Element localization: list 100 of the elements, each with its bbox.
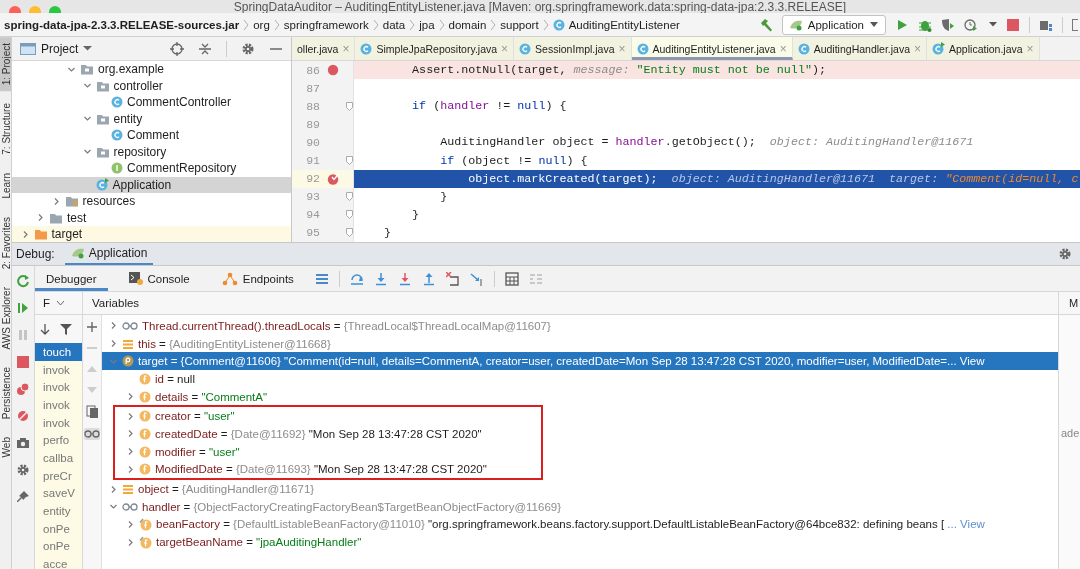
stack-frame[interactable]: invok	[35, 360, 82, 379]
chevron-right-icon[interactable]	[109, 484, 118, 494]
fold-marker-icon[interactable]	[345, 192, 353, 202]
coverage-shield-icon[interactable]	[941, 17, 955, 32]
tree-item[interactable]: entity	[12, 110, 291, 127]
chevron-right-icon[interactable]	[126, 464, 135, 474]
chevron-down-icon[interactable]	[82, 81, 92, 91]
settings-icon[interactable]	[241, 41, 255, 56]
calculator-icon[interactable]	[504, 271, 519, 286]
stack-frame[interactable]: touch	[35, 343, 82, 361]
editor-tab[interactable]: AuditingEntityListener.java ×	[631, 37, 793, 60]
tree-item[interactable]: resources	[12, 193, 291, 210]
step-out-icon[interactable]	[421, 271, 436, 286]
breakpoints-icon[interactable]	[16, 382, 30, 396]
chevron-right-icon[interactable]	[126, 447, 135, 457]
breadcrumb-item[interactable]: jpa	[419, 18, 435, 31]
debugger-tab[interactable]: Endpoints	[210, 266, 305, 291]
tree-item[interactable]: Comment	[12, 127, 291, 144]
tree-item[interactable]: target	[12, 226, 291, 242]
chevron-right-icon[interactable]	[126, 519, 135, 529]
variable-row[interactable]: modifier = "user"	[102, 442, 541, 461]
variable-row[interactable]: id = null	[102, 370, 1058, 388]
editor-tab[interactable]: AuditingHandler.java ×	[792, 37, 928, 60]
dropdown-caret-icon[interactable]	[989, 22, 997, 27]
mute-breakpoints-icon[interactable]	[16, 409, 30, 423]
breakpoint-icon[interactable]	[326, 64, 339, 77]
breadcrumb-item[interactable]: org	[253, 18, 270, 31]
variable-row[interactable]: Thread.currentThread().threadLocals = {ThreadLocal$ThreadLocalMap@11607}	[102, 317, 1058, 335]
tree-item[interactable]: Application	[12, 176, 291, 193]
breakpoint-check-icon[interactable]	[326, 172, 339, 185]
variable-row[interactable]: creator = "user"	[102, 407, 541, 426]
variable-row[interactable]: details = "CommentA"	[102, 387, 1058, 406]
breadcrumb-item[interactable]: domain	[448, 18, 487, 31]
debugger-tab[interactable]: Console	[117, 266, 201, 291]
variable-row[interactable]: object = {AuditingHandler@11671}	[102, 480, 1058, 498]
stack-frame[interactable]: onPe	[35, 537, 82, 556]
run-icon[interactable]	[895, 17, 909, 32]
stack-frame[interactable]: callba	[35, 449, 82, 467]
breadcrumb-item[interactable]: AuditingEntityListener	[552, 18, 680, 31]
side-pane-tab[interactable]: M	[1058, 292, 1080, 314]
crosshair-icon[interactable]	[170, 41, 184, 56]
tool-window-tab[interactable]: Learn	[0, 166, 11, 205]
force-step-into-icon[interactable]	[397, 271, 412, 286]
chevron-down-icon[interactable]	[82, 114, 92, 124]
tree-item[interactable]: repository	[12, 143, 291, 160]
camera-icon[interactable]	[16, 436, 30, 450]
variable-row[interactable]: createdDate = {Date@11692} "Mon Sep 28 13:47:28 CST 2020"	[102, 425, 541, 443]
variable-row[interactable]: target = {Comment@11606} "Comment(id=null, details=CommentA, creator=user, createdDate=Mon Sep 28 13:47:28 CST 2020, modifier=user, ModifiedDate=... View	[102, 352, 1058, 371]
chevron-right-icon[interactable]	[109, 339, 118, 349]
fold-marker-icon[interactable]	[345, 156, 353, 165]
stack-frame[interactable]: saveV	[35, 484, 82, 503]
window-icon[interactable]	[1072, 17, 1078, 32]
chevron-down-icon[interactable]	[82, 147, 92, 157]
project-view-dropdown[interactable]: Project	[20, 41, 93, 56]
frames-header[interactable]: F	[43, 297, 51, 309]
collapse-all-icon[interactable]	[198, 41, 212, 56]
chevron-down-icon[interactable]	[109, 502, 118, 512]
hammer-icon[interactable]	[758, 17, 773, 32]
breadcrumb-item[interactable]: data	[382, 18, 406, 31]
stop-icon[interactable]	[16, 355, 30, 369]
settings-icon[interactable]	[1058, 247, 1072, 261]
run-to-cursor-icon[interactable]	[469, 271, 484, 286]
profiler-icon[interactable]	[964, 17, 980, 32]
tree-item[interactable]: test	[12, 209, 291, 226]
frames-menu-icon[interactable]	[314, 271, 329, 286]
stack-frame[interactable]: invok	[35, 378, 82, 397]
breadcrumb-item[interactable]: support	[500, 18, 539, 31]
add-icon[interactable]	[86, 321, 98, 333]
fold-marker-icon[interactable]	[345, 228, 353, 238]
chevron-down-icon[interactable]	[56, 300, 66, 306]
variable-row[interactable]: this = {AuditingEntityListener@11668}	[102, 334, 1058, 353]
breadcrumb-item[interactable]: springframework	[283, 18, 369, 31]
filter-icon[interactable]	[60, 323, 72, 335]
editor-tab[interactable]: oller.java ×	[292, 37, 356, 60]
stack-frame[interactable]: onPe	[35, 519, 82, 538]
chevron-right-icon[interactable]	[126, 392, 135, 402]
fold-marker-icon[interactable]	[345, 101, 353, 111]
stack-frame[interactable]: perfo	[35, 431, 82, 450]
tool-window-tab[interactable]: 1: Project	[0, 37, 11, 92]
tree-item[interactable]: controller	[12, 77, 291, 94]
tool-window-tab[interactable]: 2: Favorites	[0, 210, 11, 275]
step-over-icon[interactable]	[349, 271, 364, 286]
variable-row[interactable]: handler = {ObjectFactoryCreatingFactoryBean$TargetBeanObjectFactory@11669}	[102, 497, 1058, 516]
tool-window-tab[interactable]: 7: Structure	[0, 97, 11, 161]
chevron-right-icon[interactable]	[126, 429, 135, 439]
chevron-right-icon[interactable]	[126, 411, 135, 421]
stack-frame[interactable]: invok	[35, 413, 82, 432]
editor-tab[interactable]: SimpleJpaRepository.java ×	[355, 37, 515, 60]
tree-item[interactable]: CommentController	[12, 94, 291, 111]
editor-tab[interactable]: Application.java ×	[927, 37, 1040, 60]
chevron-right-icon[interactable]	[126, 537, 135, 547]
tool-window-tab[interactable]: Persistence	[0, 361, 11, 426]
variable-row[interactable]: targetBeanName = "jpaAuditingHandler"	[102, 533, 1058, 551]
down-arrow-icon[interactable]	[39, 323, 51, 335]
glasses-icon[interactable]	[84, 428, 100, 440]
stop-icon[interactable]	[1006, 17, 1020, 32]
variable-row[interactable]: beanFactory = {DefaultListableBeanFactory@11010} "org.springframework.beans.factory.support.DefaultListableBeanFactory@64bce832: defining beans [ ... View	[102, 515, 1058, 534]
stack-frame[interactable]: preCr	[35, 466, 82, 485]
settings-icon[interactable]	[16, 463, 30, 477]
tool-window-tab[interactable]: Web	[0, 431, 11, 464]
